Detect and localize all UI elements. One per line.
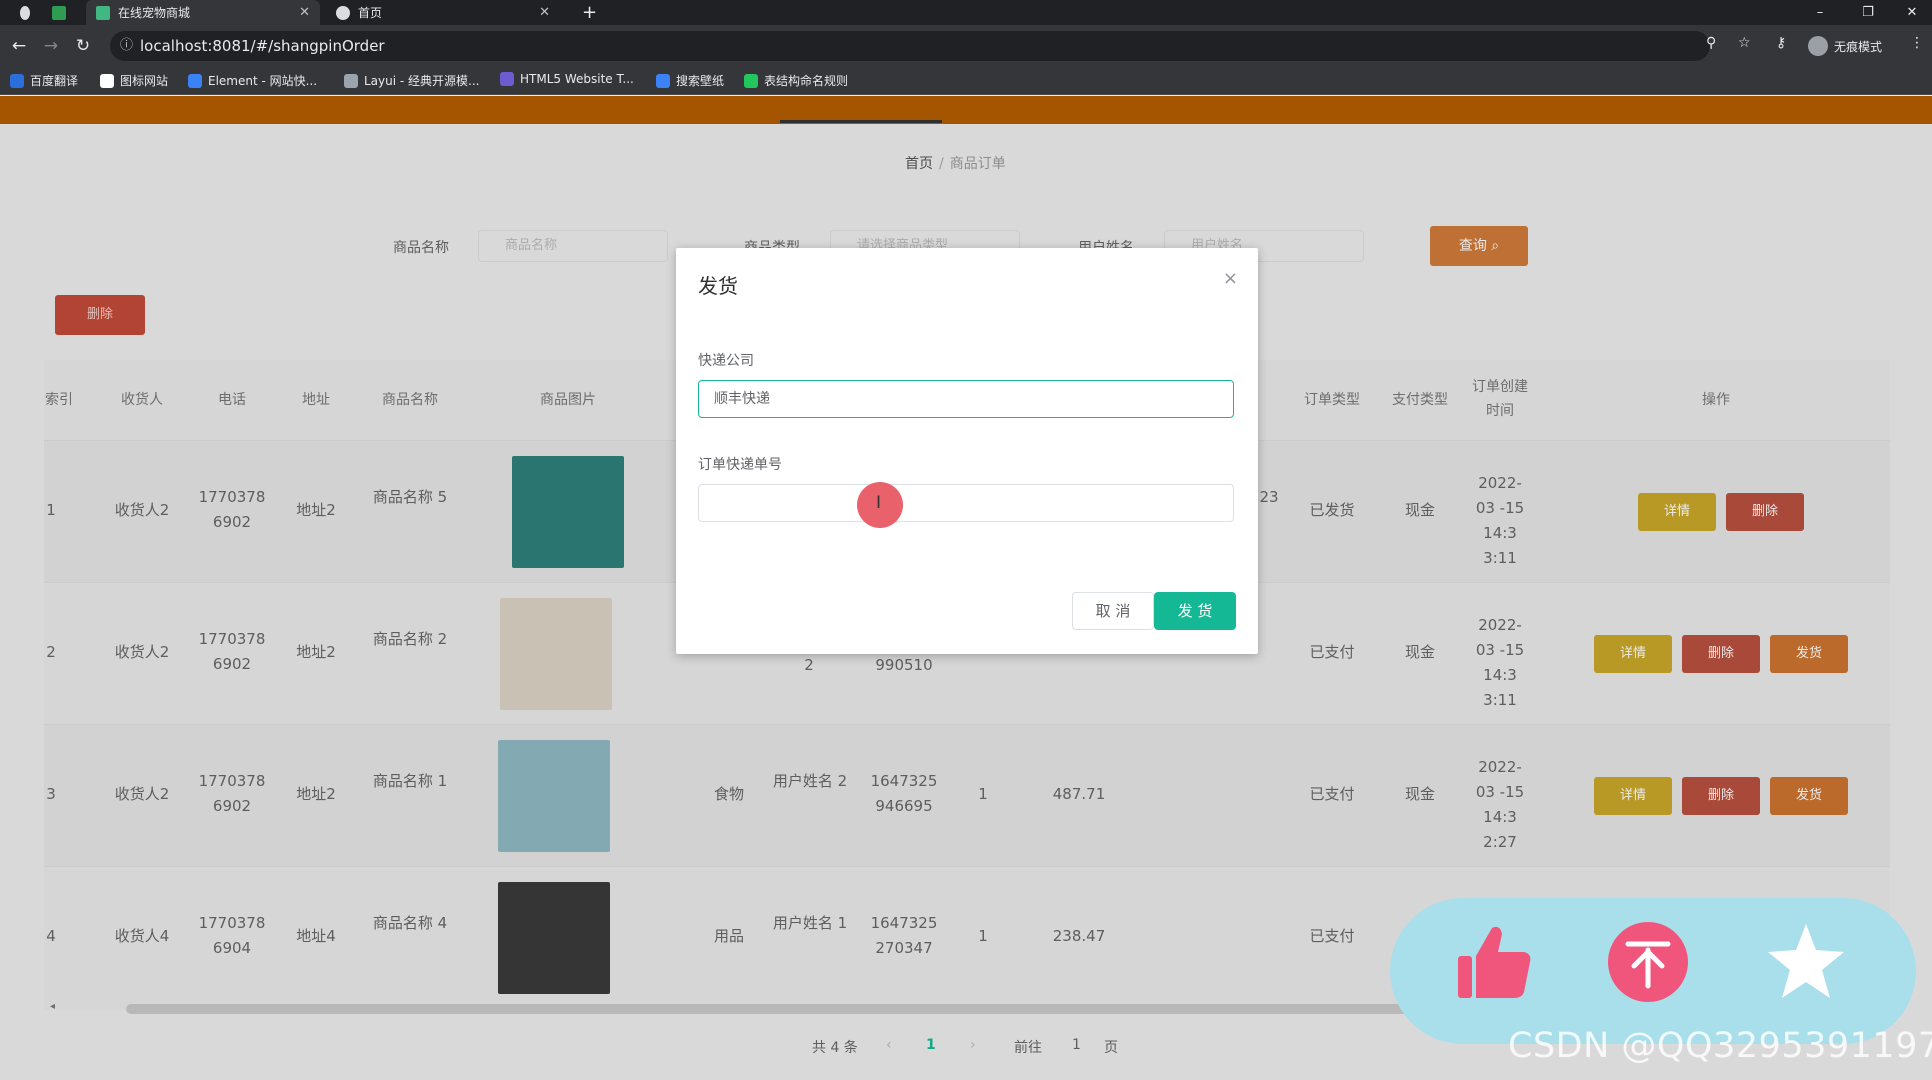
app-favicon-icon: [52, 0, 68, 25]
dialog-title: 发货: [698, 274, 738, 298]
tab-title: 首页: [358, 6, 383, 20]
bookmark-label: 百度翻译: [30, 74, 79, 88]
incognito-label: 无痕模式: [1834, 39, 1883, 54]
vue-logo-icon: [96, 5, 110, 20]
bookmark-label: Element - 网站快...: [208, 74, 318, 88]
tab-close-icon[interactable]: ✕: [539, 5, 550, 20]
reload-icon[interactable]: ↻: [72, 35, 94, 57]
tab-active[interactable]: 在线宠物商城 ✕: [86, 0, 320, 25]
back-icon[interactable]: ←: [8, 35, 30, 57]
bookmark-label: 图标网站: [120, 74, 169, 88]
bookmark-icon: [188, 73, 202, 88]
info-icon: ⓘ: [120, 38, 134, 53]
csdn-reaction-panel: [1390, 898, 1916, 1044]
restore-icon[interactable]: ❐: [1848, 0, 1888, 25]
bookmark-item[interactable]: 百度翻译: [10, 72, 78, 89]
url-field[interactable]: ⓘ localhost:8081/#/shangpinOrder: [110, 31, 1710, 61]
bookmark-label: HTML5 Website T...: [520, 72, 634, 86]
bookmark-icon: [344, 73, 358, 88]
bookmark-star-icon[interactable]: ☆: [1738, 35, 1751, 51]
tab-title: 在线宠物商城: [118, 6, 191, 20]
bookmark-icon: [744, 73, 758, 88]
bookmark-icon: [10, 73, 24, 88]
forward-icon[interactable]: →: [40, 35, 62, 57]
bookmark-icon: [656, 73, 670, 88]
bookmark-item[interactable]: 图标网站: [100, 72, 168, 89]
new-tab-button[interactable]: +: [572, 0, 607, 25]
tracking-input[interactable]: [698, 484, 1234, 522]
bookmark-item[interactable]: 搜索壁纸: [656, 72, 724, 89]
zoom-icon[interactable]: ⚲: [1706, 35, 1716, 51]
mouse-cursor-highlight: I: [857, 482, 903, 528]
bookmark-label: Layui - 经典开源模...: [364, 74, 480, 88]
url-text: localhost:8081/#/shangpinOrder: [140, 37, 385, 55]
menu-dots-icon[interactable]: ⋮: [1910, 35, 1924, 51]
key-icon[interactable]: ⚷: [1776, 35, 1786, 51]
tab-home[interactable]: 首页 ✕: [326, 0, 560, 25]
close-window-icon[interactable]: ✕: [1892, 0, 1932, 25]
confirm-ship-button[interactable]: 发 货: [1154, 592, 1236, 630]
courier-input[interactable]: 顺丰快递: [698, 380, 1234, 418]
dialog-close-icon[interactable]: ×: [1223, 268, 1238, 289]
text-cursor-icon: I: [876, 493, 882, 513]
minimize-icon[interactable]: –: [1800, 0, 1840, 25]
courier-label: 快递公司: [698, 353, 754, 369]
bookmarks-bar: 百度翻译 图标网站 Element - 网站快... Layui - 经典开源模…: [0, 67, 1932, 95]
bookmark-label: 搜索壁纸: [676, 74, 725, 88]
pin-top-icon[interactable]: [1606, 920, 1690, 1004]
bookmark-icon: [100, 73, 114, 88]
bookmark-item[interactable]: HTML5 Website T...: [500, 72, 634, 86]
csdn-watermark: CSDN @QQ3295391197: [1508, 1026, 1932, 1066]
globe-icon: [336, 5, 350, 20]
bookmark-label: 表结构命名规则: [764, 74, 849, 88]
address-bar-row: ← → ↻ ⓘ localhost:8081/#/shangpinOrder ⚲…: [0, 25, 1932, 67]
star-icon[interactable]: [1764, 920, 1848, 1004]
bookmark-item[interactable]: Layui - 经典开源模...: [344, 72, 479, 89]
browser-menu-icon[interactable]: [10, 0, 40, 25]
bookmark-item[interactable]: 表结构命名规则: [744, 72, 848, 89]
tracking-label: 订单快递单号: [698, 457, 782, 473]
browser-tabbar: 在线宠物商城 ✕ 首页 ✕ + – ❐ ✕: [0, 0, 1932, 25]
bookmark-icon: [500, 72, 514, 86]
bookmark-item[interactable]: Element - 网站快...: [188, 72, 317, 89]
thumb-up-icon[interactable]: [1452, 920, 1536, 1004]
incognito-icon: [1808, 36, 1828, 56]
ship-dialog: 发货 × 快递公司 顺丰快递 订单快递单号 I 取 消 发 货: [676, 248, 1258, 654]
incognito-indicator[interactable]: 无痕模式: [1808, 36, 1882, 56]
tab-close-icon[interactable]: ✕: [299, 5, 310, 20]
cancel-button[interactable]: 取 消: [1072, 592, 1154, 630]
